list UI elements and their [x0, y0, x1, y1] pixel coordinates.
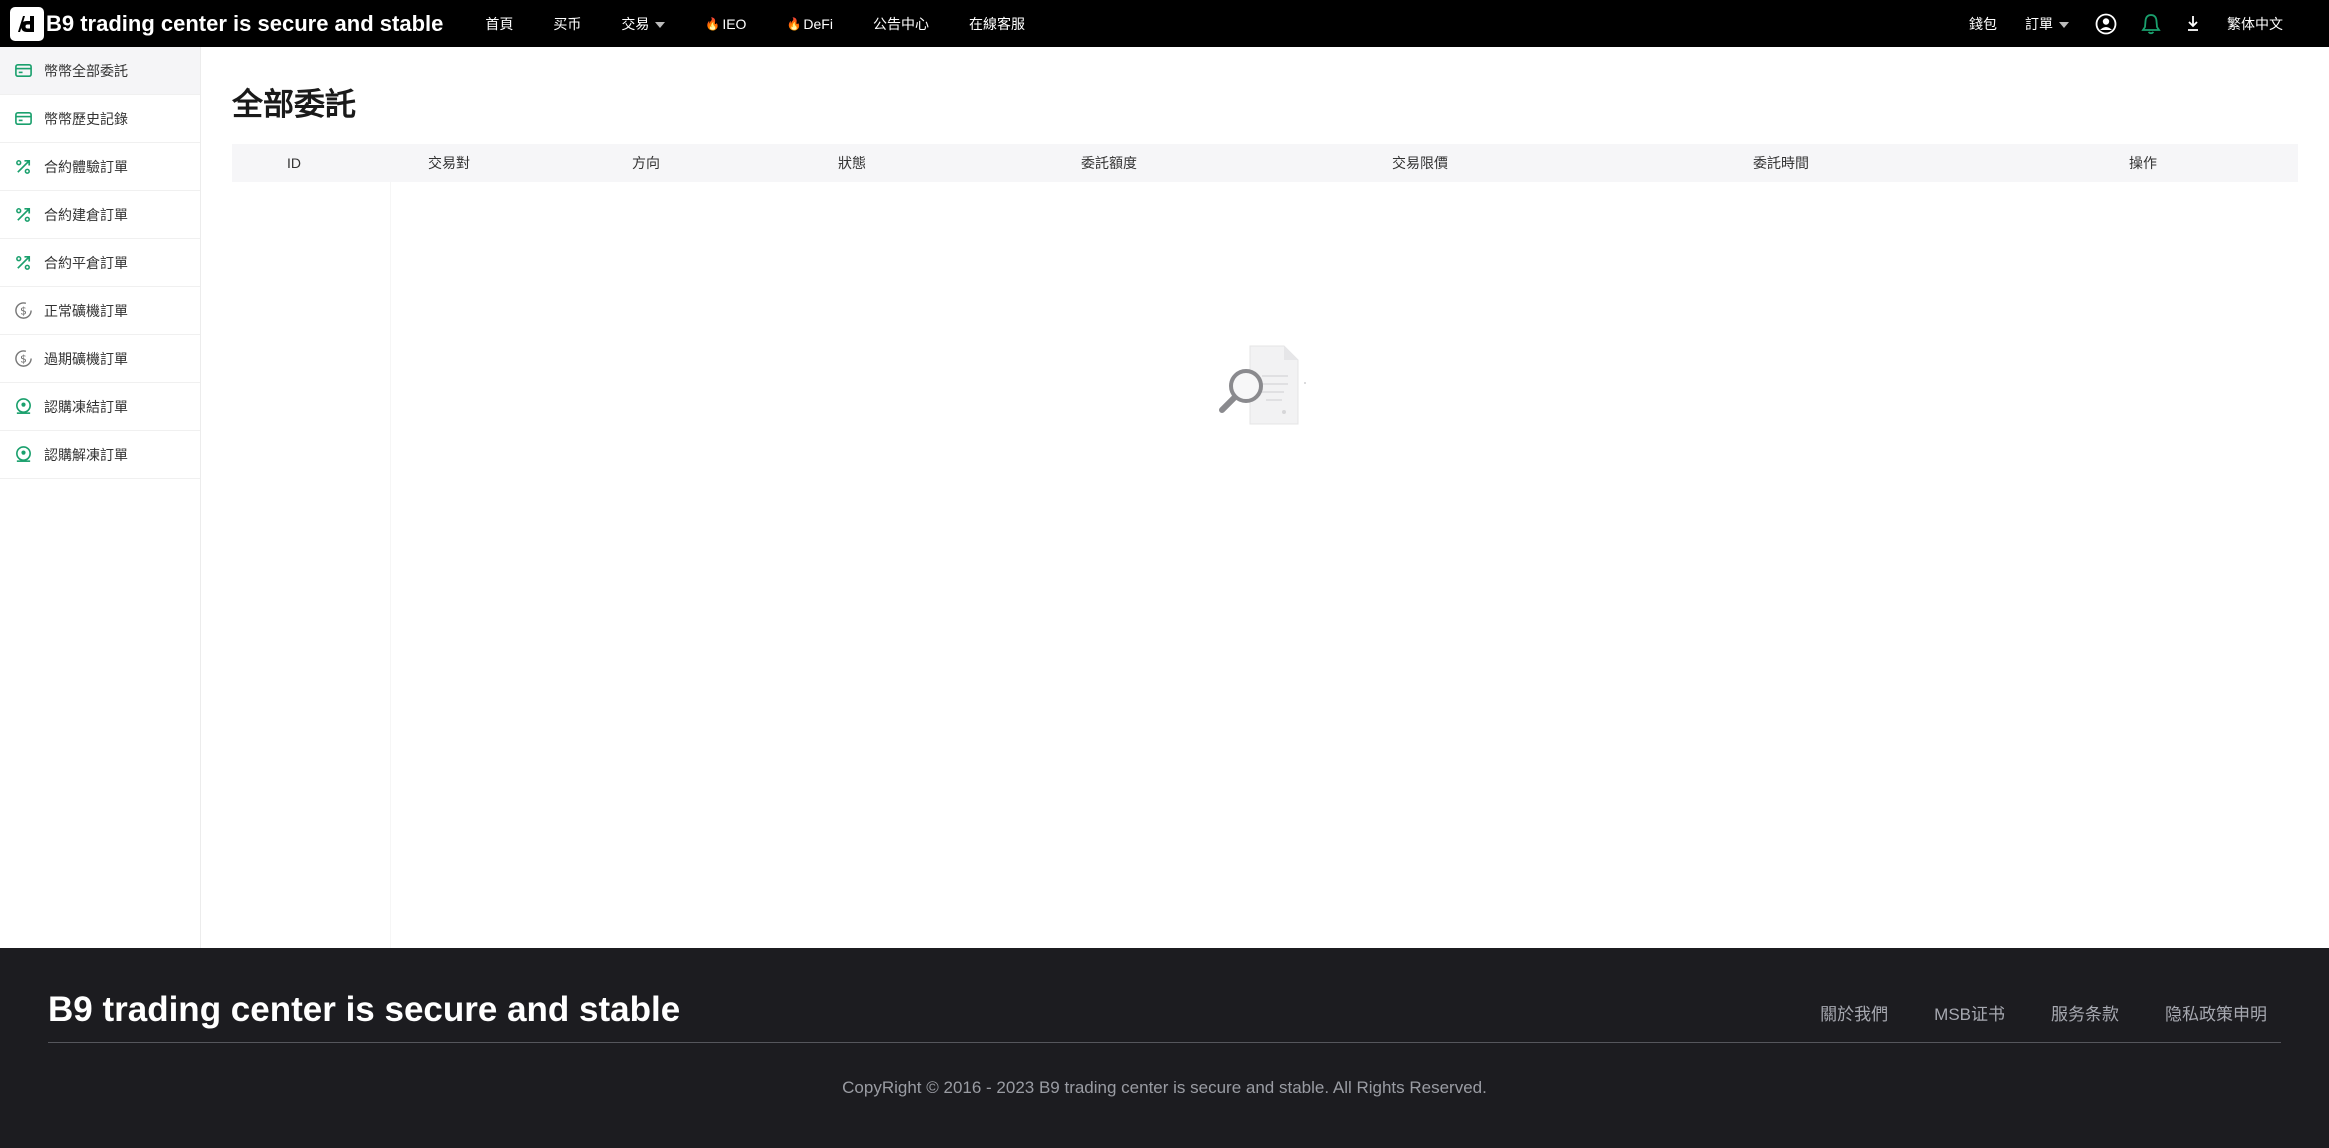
sidebar-item-contract-trial[interactable]: 合約體驗訂單 — [0, 143, 200, 191]
sidebar-item-spot-history[interactable]: 幣幣歷史記錄 — [0, 95, 200, 143]
sidebar-item-subscribe-frozen[interactable]: 認購凍結訂單 — [0, 383, 200, 431]
download-icon[interactable] — [2185, 15, 2201, 33]
main-nav: 首頁 买币 交易 🔥 IEO 🔥 DeFi 公告中心 在線客服 — [465, 0, 1045, 47]
footer-link-privacy[interactable]: 隐私政策申明 — [2165, 1000, 2267, 1025]
sidebar-item-subscribe-unfrozen[interactable]: 認購解凍訂單 — [0, 431, 200, 479]
user-avatar-icon[interactable] — [2095, 13, 2117, 35]
column-header-pair: 交易對 — [428, 155, 470, 171]
copyright-text: CopyRight © 2016 - 2023 B9 trading cente… — [842, 1078, 1487, 1097]
footer-link-about[interactable]: 關於我們 — [1820, 1000, 1888, 1025]
column-header-order-time: 委託時間 — [1753, 155, 1809, 171]
column-header-actions: 操作 — [2129, 155, 2157, 171]
percent-arrows-icon — [16, 255, 31, 270]
column-header-id: ID — [287, 155, 301, 171]
chevron-down-icon — [655, 21, 666, 28]
sidebar-item-mining-expired[interactable]: $ 過期礦機訂單 — [0, 335, 200, 383]
footer-links: 關於我們 MSB证书 服务条款 隐私政策申明 — [1774, 1000, 2267, 1025]
sidebar-item-spot-all-orders[interactable]: 幣幣全部委託 — [0, 47, 200, 95]
wallet-icon — [15, 63, 32, 78]
footer-divider — [48, 1042, 2281, 1043]
column-header-direction: 方向 — [632, 155, 660, 171]
percent-arrows-icon — [16, 159, 31, 174]
nav-home[interactable]: 首頁 — [485, 14, 513, 34]
column-header-order-amount: 委託額度 — [1081, 155, 1137, 171]
svg-text:$: $ — [20, 305, 27, 317]
nav-ieo[interactable]: 🔥 IEO — [705, 16, 746, 32]
nav-online-support[interactable]: 在線客服 — [969, 14, 1025, 34]
chevron-down-icon — [2059, 21, 2069, 28]
language-selector[interactable]: 繁体中文 — [2227, 14, 2283, 34]
header-right: 錢包 訂單 繁体中文 — [1969, 0, 2329, 47]
empty-search-icon — [1219, 345, 1306, 425]
nav-wallet[interactable]: 錢包 — [1969, 14, 1997, 34]
fire-icon: 🔥 — [705, 16, 721, 31]
subscribe-icon — [16, 446, 31, 462]
nav-trade[interactable]: 交易 — [621, 14, 666, 34]
table-divider — [390, 182, 391, 948]
dollar-coin-icon: $ — [15, 350, 32, 367]
main-content: 全部委託 ID 交易對 方向 狀態 委託額度 交易限價 委託時間 操作 — [202, 47, 2329, 948]
sidebar-item-contract-open[interactable]: 合約建倉訂單 — [0, 191, 200, 239]
nav-announcements[interactable]: 公告中心 — [873, 14, 929, 34]
brand-title[interactable]: B9 trading center is secure and stable — [46, 11, 443, 37]
footer-link-terms[interactable]: 服务条款 — [2051, 1000, 2119, 1025]
column-header-status: 狀態 — [838, 155, 866, 171]
percent-arrows-icon — [16, 207, 31, 222]
nav-orders[interactable]: 訂單 — [2025, 14, 2069, 34]
footer-brand: B9 trading center is secure and stable — [48, 990, 681, 1029]
footer: B9 trading center is secure and stable 關… — [0, 948, 2329, 1148]
svg-text:$: $ — [20, 353, 27, 365]
top-navbar: B9 trading center is secure and stable 首… — [0, 0, 2329, 47]
wallet-icon — [15, 111, 32, 126]
fire-icon: 🔥 — [786, 16, 802, 31]
empty-state — [1212, 340, 1312, 430]
orders-table-header: ID 交易對 方向 狀態 委託額度 交易限價 委託時間 操作 — [232, 144, 2298, 182]
bell-icon[interactable] — [2141, 13, 2161, 35]
footer-link-msb-certificate[interactable]: MSB证书 — [1934, 1000, 2005, 1025]
nav-defi[interactable]: 🔥 DeFi — [786, 16, 833, 32]
nav-buy-coin[interactable]: 买币 — [553, 14, 581, 34]
column-header-limit-price: 交易限價 — [1392, 155, 1448, 171]
page-title: 全部委託 — [232, 87, 356, 122]
logo-icon[interactable] — [10, 6, 44, 41]
sidebar: 幣幣全部委託 幣幣歷史記錄 合約體驗訂單 合約建倉訂單 合約平倉訂單 $ 正常礦… — [0, 47, 201, 948]
sidebar-item-mining-normal[interactable]: $ 正常礦機訂單 — [0, 287, 200, 335]
dollar-coin-icon: $ — [15, 302, 32, 319]
subscribe-icon — [16, 398, 31, 414]
sidebar-item-contract-close[interactable]: 合約平倉訂單 — [0, 239, 200, 287]
